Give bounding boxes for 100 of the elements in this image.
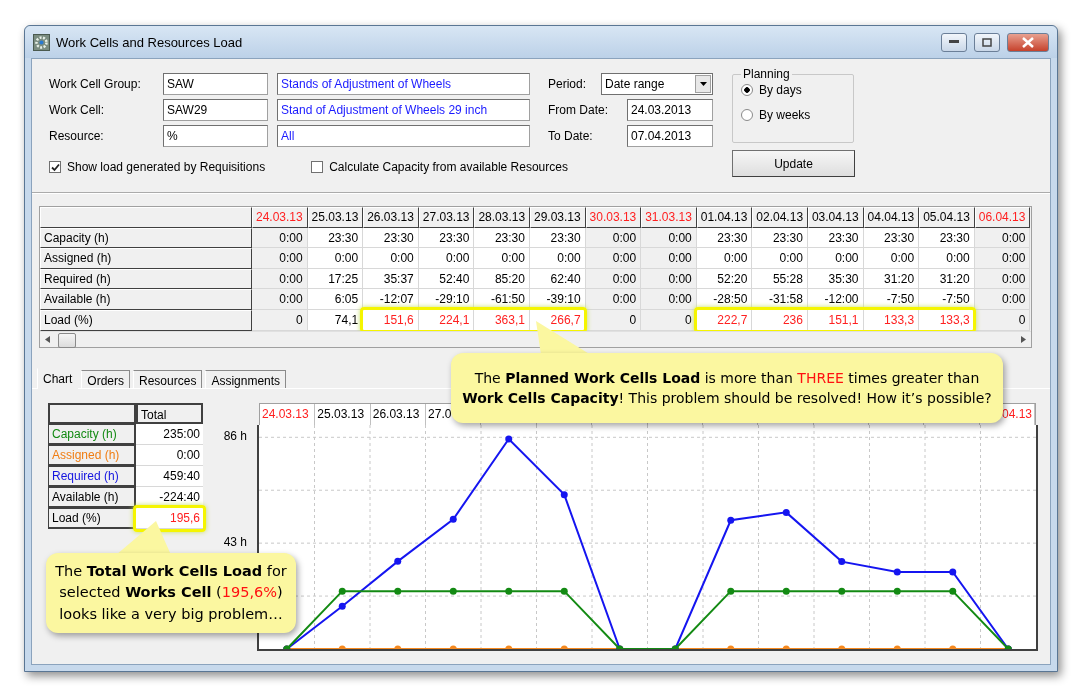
date-label: 25.03.13 [317,407,365,421]
scroll-right-icon[interactable] [1021,336,1026,343]
tab[interactable]: Assignments [205,370,287,388]
column-header: 01.04.13 [696,207,753,228]
maximize-icon [982,37,992,47]
table-cell: 151,6 [363,309,419,331]
radio-label: By days [759,83,802,97]
row-header: Available (h) [40,289,252,310]
row-header: Load (%) [48,508,136,529]
checkbox[interactable] [49,161,61,173]
column-header: 30.03.13 [585,207,642,228]
table-cell: 0:00 [474,248,530,269]
close-button[interactable] [1007,32,1049,52]
table-cell: -31:58 [752,289,808,310]
checkbox-label: Calculate Capacity from available Resources [329,160,568,174]
table-cell: 0:00 [585,248,642,269]
minimize-icon [949,40,959,44]
table-cell: 0:00 [807,248,864,269]
table-cell: 0:00 [585,289,642,310]
description-field[interactable]: All [277,125,530,147]
table-cell: 0:00 [307,248,364,269]
field-label: Work Cell Group: [49,77,142,91]
code-field[interactable]: % [163,125,268,147]
window-title: Work Cells and Resources Load [56,34,244,50]
table-cell: 35:37 [363,268,419,290]
maximize-button[interactable] [974,32,1000,52]
table-cell: 23:30 [919,227,975,249]
description-field[interactable]: Stands of Adjustment of Wheels [277,73,530,95]
radio-label: By weeks [759,108,811,122]
column-header: 29.03.13 [529,207,586,228]
table-cell: 0:00 [252,268,308,290]
table-cell: 459:40 [136,466,203,487]
point [505,587,513,595]
close-icon [1022,36,1034,48]
table-cell: 0:00 [252,227,308,249]
column-header: 24.03.13 [252,207,308,228]
column-header: 28.03.13 [474,207,530,228]
field-label: Resource: [49,129,105,143]
field-label: To Date: [548,129,593,143]
row-header: Required (h) [40,268,252,290]
date-field[interactable]: 24.03.2013 [627,99,713,121]
tab[interactable]: Resources [133,370,203,388]
table-cell: 0:00 [641,227,697,249]
table-cell: -7:50 [919,289,975,310]
description-field[interactable]: Stand of Adjustment of Wheels 29 inch [277,99,530,121]
table-cell: 31:20 [919,268,975,290]
date-field[interactable]: 07.04.2013 [627,125,713,147]
column-header: 31.03.13 [641,207,697,228]
scroll-thumb[interactable] [58,333,76,348]
code-field[interactable]: SAW [163,73,268,95]
table-cell: 85:20 [474,268,530,290]
table-cell: 363,1 [474,309,530,331]
checkbox-label: Show load generated by Requisitions [67,160,266,174]
point [338,587,346,595]
table-cell: 235:00 [136,424,203,445]
radio-button[interactable] [741,109,753,121]
scroll-left-icon[interactable] [45,336,50,343]
field-label: Period: [548,77,587,91]
axis-label: 86 h [223,429,247,444]
column-header: Total [136,403,203,424]
point [782,587,790,595]
row-header: Assigned (h) [48,445,136,466]
tab[interactable]: Orders [81,370,131,388]
point [449,515,457,523]
code-field[interactable]: SAW29 [163,99,268,121]
row-header: Available (h) [48,487,136,508]
point [560,587,568,595]
point [505,435,513,443]
column-header: 02.04.13 [752,207,808,228]
period-dropdown[interactable]: Date range [601,73,713,95]
point [394,557,402,565]
table-cell: 236 [752,309,808,331]
field-label: From Date: [548,103,608,117]
table-cell: 0:00 [696,248,753,269]
minimize-button[interactable] [941,32,967,52]
table-cell: 0:00 [641,268,697,290]
point [838,587,846,595]
point [727,516,735,524]
table-cell: 0:00 [529,248,586,269]
tab[interactable]: Chart [37,368,79,389]
date-label: 27.0 [428,407,452,421]
update-button[interactable]: Update [732,150,855,177]
point [949,587,957,595]
table-cell: 0:00 [974,248,1031,269]
table-cell: 55:28 [752,268,808,290]
table-cell: 0:00 [641,248,697,269]
checkbox[interactable] [311,161,324,173]
date-label: 26.03.13 [372,407,420,421]
radio-button[interactable] [741,84,753,96]
table-cell: 23:30 [474,227,530,249]
table-cell: 0:00 [919,248,975,269]
point [727,587,735,595]
table-cell: 0 [252,309,308,331]
table-cell: 0:00 [863,248,920,269]
point [449,587,457,595]
column-header: 25.03.13 [307,207,364,228]
column-header: 27.03.13 [418,207,475,228]
date-label: 24.03.13 [262,407,309,421]
column-header: 06.04.13 [974,207,1031,228]
table-cell: -61:50 [474,289,530,310]
